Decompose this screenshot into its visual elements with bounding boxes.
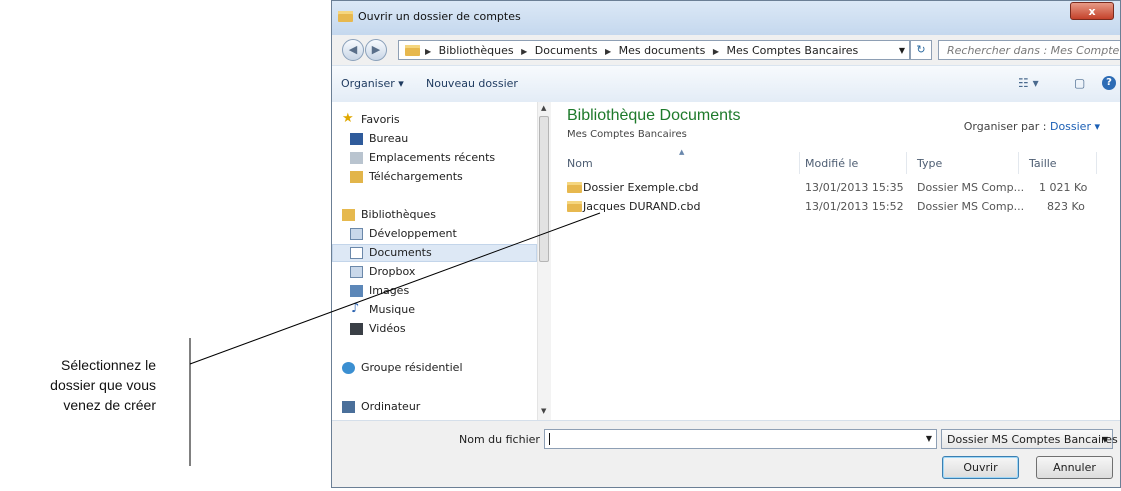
library-subtitle: Mes Comptes Bancaires [567, 129, 687, 140]
annotation-line-3: venez de créer [63, 397, 156, 413]
sort-arrow-icon: ▲ [679, 148, 685, 156]
videos-icon [350, 323, 363, 335]
file-type: Dossier MS Comp... [917, 181, 1025, 194]
sidebar-item-homegroup[interactable]: Groupe résidentiel [332, 359, 537, 377]
sidebar-item-libraries[interactable]: Bibliothèques [332, 206, 537, 224]
column-divider [1018, 152, 1019, 174]
file-list-pane: Bibliothèque Documents Mes Comptes Banca… [551, 102, 1120, 420]
column-modified[interactable]: Modifié le [805, 157, 858, 170]
title-bar: Ouvrir un dossier de comptes x [332, 1, 1120, 35]
crumb-my-documents[interactable]: Mes documents [619, 44, 706, 57]
arrange-dropdown[interactable]: Dossier ▾ [1050, 120, 1100, 133]
filename-input[interactable]: ▼ [544, 429, 937, 449]
arrange-label: Organiser par : [963, 120, 1047, 133]
filetype-value: Dossier MS Comptes Bancaires [947, 433, 1118, 446]
back-button[interactable]: ◀ [342, 39, 364, 61]
cbd-file-icon [567, 182, 582, 193]
sidebar-item-documents[interactable]: Documents [332, 244, 537, 262]
scroll-up-icon[interactable]: ▲ [541, 104, 546, 112]
scroll-thumb[interactable] [539, 116, 549, 262]
library-title: Bibliothèque Documents [567, 107, 741, 124]
libraries-icon [342, 209, 355, 221]
file-row[interactable]: Jacques DURAND.cbd 13/01/2013 15:52 Doss… [567, 198, 1107, 215]
crumb-documents[interactable]: Documents [535, 44, 598, 57]
window-title: Ouvrir un dossier de comptes [358, 10, 521, 23]
column-divider [906, 152, 907, 174]
file-size: 823 Ko [1047, 200, 1085, 213]
file-row[interactable]: Dossier Exemple.cbd 13/01/2013 15:35 Dos… [567, 179, 1107, 196]
star-icon: ★ [342, 111, 354, 126]
file-name: Dossier Exemple.cbd [583, 181, 699, 194]
desktop-icon [350, 133, 363, 145]
homegroup-icon [342, 362, 355, 374]
toolbar: Organiser ▾ Nouveau dossier ☷ ▾ ▢ ? [332, 65, 1120, 103]
sidebar-item-bureau[interactable]: Bureau [332, 130, 537, 148]
crumb-bank-accounts[interactable]: Mes Comptes Bancaires [727, 44, 859, 57]
library-icon [405, 45, 420, 56]
open-dialog: Ouvrir un dossier de comptes x ◀ ▶ ▶ Bib… [331, 0, 1121, 488]
forward-button[interactable]: ▶ [365, 39, 387, 61]
pictures-icon [350, 285, 363, 297]
view-options-icon[interactable]: ☷ ▾ [1018, 76, 1039, 90]
file-type: Dossier MS Comp... [917, 200, 1025, 213]
sidebar-item-videos[interactable]: Vidéos [332, 320, 537, 338]
column-size[interactable]: Taille [1029, 157, 1057, 170]
computer-icon [342, 401, 355, 413]
new-folder-button[interactable]: Nouveau dossier [426, 77, 518, 90]
filename-dropdown-icon[interactable]: ▼ [926, 434, 932, 443]
sidebar-scrollbar[interactable]: ▲ ▼ [537, 102, 551, 420]
arrange-by: Organiser par : Dossier ▾ [964, 120, 1100, 133]
column-divider [799, 152, 800, 174]
annotation-line-2: dossier que vous [50, 377, 156, 393]
sidebar-item-downloads[interactable]: Téléchargements [332, 168, 537, 186]
preview-pane-icon[interactable]: ▢ [1074, 76, 1085, 90]
search-input[interactable]: Rechercher dans : Mes Compte... [938, 40, 1120, 60]
dialog-footer: Nom du fichier : ▼ Dossier MS Comptes Ba… [332, 420, 1120, 487]
sidebar-item-images[interactable]: Images [332, 282, 537, 300]
address-row: ◀ ▶ ▶ Bibliothèques ▶ Documents ▶ Mes do… [332, 35, 1120, 65]
crumb-libraries[interactable]: Bibliothèques [439, 44, 514, 57]
document-library-icon [350, 228, 363, 240]
cancel-button[interactable]: Annuler [1036, 456, 1113, 479]
column-type[interactable]: Type [917, 157, 942, 170]
sidebar-item-music[interactable]: ♪ Musique [332, 301, 537, 319]
sidebar-item-computer[interactable]: Ordinateur [332, 398, 537, 416]
close-button[interactable]: x [1070, 2, 1114, 20]
breadcrumb: ▶ Bibliothèques ▶ Documents ▶ Mes docume… [425, 44, 859, 57]
file-modified: 13/01/2013 15:35 [805, 181, 904, 194]
file-size: 1 021 Ko [1039, 181, 1088, 194]
open-button[interactable]: Ouvrir [942, 456, 1019, 479]
sidebar-item-recent[interactable]: Emplacements récents [332, 149, 537, 167]
column-divider [1096, 152, 1097, 174]
file-modified: 13/01/2013 15:52 [805, 200, 904, 213]
cbd-file-icon [567, 201, 582, 212]
filename-label: Nom du fichier : [459, 433, 548, 446]
downloads-icon [350, 171, 363, 183]
folder-icon [338, 11, 353, 22]
sidebar-item-favorites[interactable]: ★ Favoris [332, 111, 537, 129]
text-caret [549, 433, 550, 445]
sidebar-item-dropbox[interactable]: Dropbox [332, 263, 537, 281]
help-icon[interactable]: ? [1102, 76, 1116, 90]
sidebar-item-development[interactable]: Développement [332, 225, 537, 243]
filetype-select[interactable]: Dossier MS Comptes Bancaires ▼ [941, 429, 1118, 449]
annotation-text: Sélectionnez le dossier que vous venez d… [0, 355, 156, 415]
recent-places-icon [350, 152, 363, 164]
documents-icon [350, 247, 363, 259]
filetype-dropdown-icon[interactable]: ▼ [1102, 435, 1108, 444]
navigation-pane: ★ Favoris Bureau Emplacements récents Té… [332, 102, 551, 420]
music-icon: ♪ [351, 301, 360, 316]
refresh-button[interactable]: ↻ [910, 40, 932, 60]
address-dropdown-icon[interactable]: ▼ [899, 46, 905, 55]
organize-button[interactable]: Organiser ▾ [341, 77, 404, 90]
address-bar[interactable]: ▶ Bibliothèques ▶ Documents ▶ Mes docume… [398, 40, 910, 60]
scroll-down-icon[interactable]: ▼ [541, 407, 546, 415]
annotation-line-1: Sélectionnez le [61, 357, 156, 373]
dropbox-icon [350, 266, 363, 278]
column-name[interactable]: Nom [567, 157, 593, 170]
file-name: Jacques DURAND.cbd [583, 200, 701, 213]
